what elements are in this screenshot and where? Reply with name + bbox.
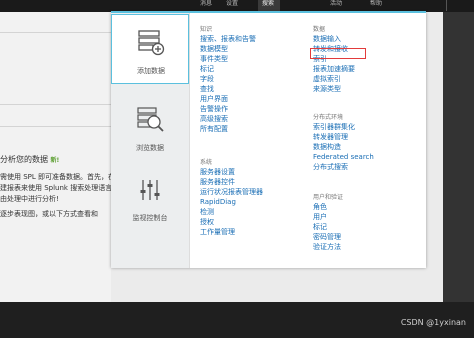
menu-link[interactable]: 告警操作 — [200, 105, 228, 113]
monitoring-console-tile[interactable]: 监视控制台 — [111, 162, 189, 232]
divider — [0, 104, 111, 105]
menu-link[interactable]: 授权 — [200, 218, 214, 226]
data-heading: 数据 — [313, 26, 326, 33]
right-dark-panel — [443, 12, 474, 302]
top-right-corner — [446, 0, 473, 11]
system-heading: 系统 — [200, 159, 213, 166]
menu-link[interactable]: 标记 — [313, 223, 327, 231]
menu-link[interactable]: RapidDiag — [200, 198, 236, 206]
watermark-text: CSDN @1yxinan — [400, 318, 466, 327]
distributed-heading: 分布式环境 — [313, 114, 344, 121]
divider — [0, 126, 111, 127]
add-data-icon — [138, 30, 165, 56]
explore-data-icon — [137, 107, 164, 132]
menu-link[interactable]: 用户 — [313, 213, 327, 221]
menu-link[interactable]: 运行状况报表管理器 — [200, 188, 263, 196]
intro-line-1: 需使用 SPL 即可准备数据。首先，在 — [0, 173, 116, 181]
menu-link[interactable]: 数据输入 — [313, 35, 341, 43]
section-heading: 分析您的数据 新! — [0, 154, 59, 165]
nav-item-activity[interactable]: 活动 — [330, 0, 342, 8]
intro-line-3: 由处理中进行分析! — [0, 195, 59, 203]
menu-top-accent — [111, 11, 426, 13]
menu-link[interactable]: 工作量管理 — [200, 228, 235, 236]
new-badge: 新! — [50, 157, 60, 164]
menu-link[interactable]: 数据构造 — [313, 143, 341, 151]
menu-link[interactable]: 所有配置 — [200, 125, 228, 133]
settings-dropdown-menu: 添加数据 浏览数据 监视控制台 知识 搜索、报表和告警 数据模型 事件类型 标记… — [111, 12, 426, 268]
nav-item-settings[interactable]: 设置 — [226, 0, 238, 8]
nav-item-help[interactable]: 帮助 — [370, 0, 382, 8]
monitoring-console-label: 监视控制台 — [132, 214, 168, 222]
menu-link[interactable]: 数据模型 — [200, 45, 228, 53]
menu-link[interactable]: 查找 — [200, 85, 214, 93]
menu-link[interactable]: 搜索、报表和告警 — [200, 35, 256, 43]
menu-link[interactable]: 高级搜索 — [200, 115, 228, 123]
intro-line-4: 逐步表现图，或以下方式查看和 — [0, 210, 98, 218]
menu-link[interactable]: 索引器群集化 — [313, 123, 355, 131]
menu-side-panel: 添加数据 浏览数据 监视控制台 — [111, 12, 190, 268]
menu-link[interactable]: 角色 — [313, 203, 327, 211]
add-data-tile[interactable]: 添加数据 — [111, 14, 189, 84]
menu-link[interactable]: 标记 — [200, 65, 214, 73]
menu-link[interactable]: 密码管理 — [313, 233, 341, 241]
add-data-label: 添加数据 — [137, 67, 165, 75]
nav-item-messages[interactable]: 消息 — [200, 0, 212, 8]
monitoring-console-icon — [140, 180, 160, 200]
users-heading: 用户和验证 — [313, 194, 344, 201]
menu-link[interactable]: 报表加速摘要 — [313, 65, 355, 73]
menu-link[interactable]: 字段 — [200, 75, 214, 83]
menu-link[interactable]: 事件类型 — [200, 55, 228, 63]
explore-data-tile[interactable]: 浏览数据 — [111, 92, 189, 162]
menu-link[interactable]: 分布式搜索 — [313, 163, 348, 171]
menu-link[interactable]: 服务器设置 — [200, 168, 235, 176]
knowledge-heading: 知识 — [200, 26, 213, 33]
menu-link[interactable]: Federated search — [313, 153, 374, 161]
highlight-box — [310, 48, 366, 59]
intro-line-2: 建报表来使用 Splunk 搜索处理语言 — [0, 184, 113, 192]
menu-link[interactable]: 用户界面 — [200, 95, 228, 103]
heading-text: 分析您的数据 — [0, 155, 48, 164]
menu-link[interactable]: 服务器控件 — [200, 178, 235, 186]
menu-link[interactable]: 检测 — [200, 208, 214, 216]
nav-item-search[interactable]: 搜索 — [262, 0, 274, 8]
divider — [0, 32, 111, 33]
explore-data-label: 浏览数据 — [136, 144, 164, 152]
menu-link[interactable]: 转发器管理 — [313, 133, 348, 141]
menu-link[interactable]: 虚拟索引 — [313, 75, 341, 83]
menu-link[interactable]: 验证方法 — [313, 243, 341, 251]
menu-link[interactable]: 来源类型 — [313, 85, 341, 93]
